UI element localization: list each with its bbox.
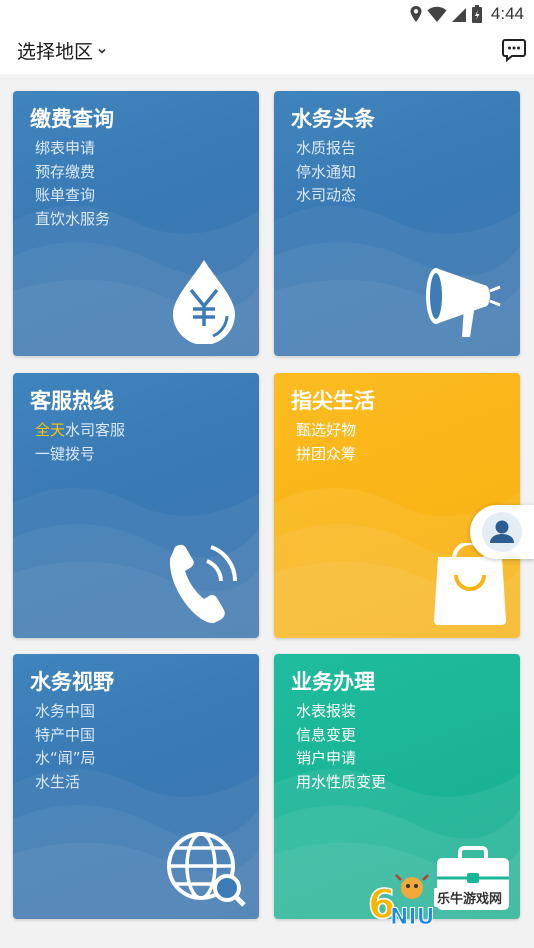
card-item[interactable]: 账单查询 xyxy=(35,184,110,208)
card-item[interactable]: 水质报告 xyxy=(296,137,356,161)
clock: 4:44 xyxy=(490,4,524,23)
card-hotline[interactable]: 客服热线 全天水司客服 一键拨号 xyxy=(13,373,259,638)
region-selector[interactable]: 选择地区 xyxy=(17,37,107,64)
status-bar: 4:44 xyxy=(0,0,534,28)
chevron-down-icon xyxy=(98,48,106,54)
svg-text:NIU: NIU xyxy=(390,905,434,930)
floating-user-button[interactable] xyxy=(470,505,534,559)
bottom-spacer xyxy=(0,936,534,948)
card-item[interactable]: 直饮水服务 xyxy=(35,208,110,232)
card-item[interactable]: 水务中国 xyxy=(35,700,96,724)
card-item-list: 绑表申请 预存缴费 账单查询 直饮水服务 xyxy=(35,137,110,231)
card-item[interactable]: 特产中国 xyxy=(35,724,96,748)
card-item[interactable]: 绑表申请 xyxy=(35,137,110,161)
card-item[interactable]: 信息变更 xyxy=(296,724,386,748)
avatar xyxy=(482,512,522,552)
card-item-list: 全天水司客服 一键拨号 xyxy=(35,419,125,466)
status-icons: 4:44 xyxy=(409,4,524,24)
card-title: 缴费查询 xyxy=(30,107,114,131)
globe-search-icon xyxy=(167,832,246,907)
card-item[interactable]: 水“闻”局 xyxy=(35,747,96,771)
card-item[interactable]: 销户申请 xyxy=(296,747,386,771)
card-item[interactable]: 拼团众筹 xyxy=(296,443,356,467)
card-item[interactable]: 用水性质变更 xyxy=(296,771,386,795)
location-icon xyxy=(410,6,422,22)
card-vision[interactable]: 水务视野 水务中国 特产中国 水“闻”局 水生活 xyxy=(13,654,259,919)
card-item[interactable]: 停水通知 xyxy=(296,161,356,185)
card-item[interactable]: 甄选好物 xyxy=(296,419,356,443)
card-title: 水务视野 xyxy=(30,670,114,694)
card-title: 客服热线 xyxy=(30,389,114,413)
card-life[interactable]: 指尖生活 甄选好物 拼团众筹 xyxy=(274,373,520,638)
card-item-list: 水务中国 特产中国 水“闻”局 水生活 xyxy=(35,700,96,794)
card-title: 水务头条 xyxy=(291,107,375,131)
battery-icon xyxy=(471,5,482,23)
user-icon xyxy=(490,520,514,543)
card-title: 指尖生活 xyxy=(291,389,375,413)
megaphone-icon xyxy=(426,268,501,337)
phone-icon xyxy=(169,544,238,624)
card-item-list: 水表报装 信息变更 销户申请 用水性质变更 xyxy=(296,700,386,794)
card-payment[interactable]: 缴费查询 绑表申请 预存缴费 账单查询 直饮水服务 xyxy=(13,91,259,356)
card-item[interactable]: 一键拨号 xyxy=(35,443,125,467)
wifi-icon xyxy=(427,6,447,22)
card-item[interactable]: 水表报装 xyxy=(296,700,386,724)
card-title: 业务办理 xyxy=(291,670,375,694)
card-item-list: 水质报告 停水通知 水司动态 xyxy=(296,137,356,208)
card-item-list: 甄选好物 拼团众筹 xyxy=(296,419,356,466)
signal-icon xyxy=(451,8,466,22)
card-item[interactable]: 全天水司客服 xyxy=(35,419,125,443)
message-icon[interactable] xyxy=(501,37,527,63)
highlight-text: 全天 xyxy=(35,421,66,439)
app-header: 选择地区 xyxy=(0,28,534,74)
watermark-text: 乐牛游戏网 xyxy=(434,888,506,907)
card-item[interactable]: 预存缴费 xyxy=(35,161,110,185)
card-item-text: 水司客服 xyxy=(65,421,126,439)
card-news[interactable]: 水务头条 水质报告 停水通知 水司动态 xyxy=(274,91,520,356)
card-item[interactable]: 水生活 xyxy=(35,771,96,795)
region-label: 选择地区 xyxy=(17,41,94,63)
watermark: 6 NIU 乐牛游戏网 xyxy=(367,870,528,931)
card-item[interactable]: 水司动态 xyxy=(296,184,356,208)
yuan-drop-icon xyxy=(173,260,235,344)
